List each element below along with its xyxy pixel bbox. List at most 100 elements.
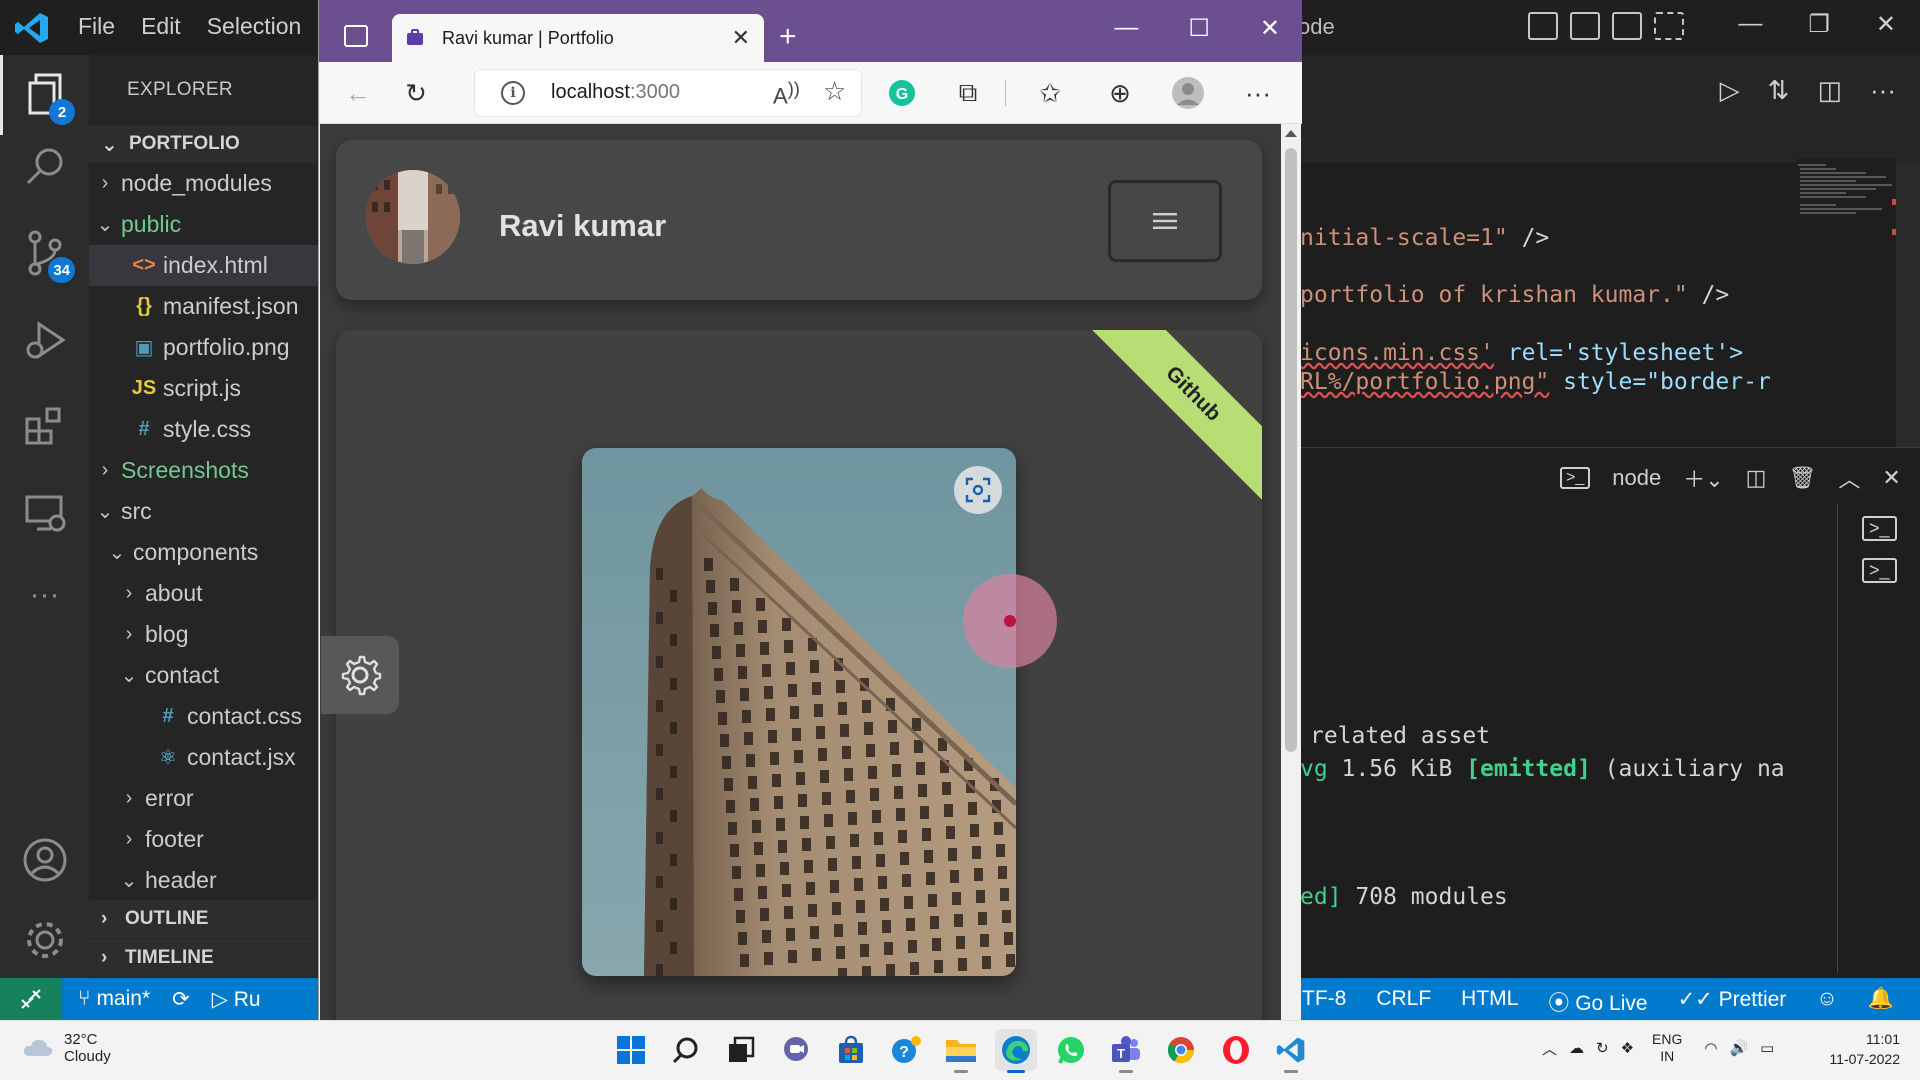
notifications-icon[interactable]: 🔔 — [1868, 987, 1894, 1017]
language-status[interactable]: HTML — [1461, 987, 1518, 1017]
tab-close-icon[interactable]: ✕ — [732, 25, 750, 51]
tab-actions-icon[interactable] — [344, 25, 368, 47]
extensions-activity[interactable] — [0, 385, 89, 465]
volume-icon[interactable]: 🔊 — [1729, 1039, 1748, 1057]
toggle-panel-icon[interactable] — [1570, 12, 1600, 40]
theme-settings-button[interactable] — [321, 636, 399, 714]
settings-more-icon[interactable]: ··· — [1241, 76, 1275, 110]
extensions-icon[interactable]: ⧉ — [951, 76, 985, 110]
accounts-activity[interactable] — [0, 820, 89, 900]
minimize-icon[interactable]: — — [1114, 14, 1138, 43]
menu-edit[interactable]: Edit — [141, 13, 181, 40]
chat-app[interactable] — [775, 1029, 817, 1071]
explorer-activity[interactable]: 2 — [0, 55, 89, 135]
run-debug-activity[interactable] — [0, 300, 89, 380]
back-icon[interactable]: ← — [341, 76, 375, 110]
customize-layout-icon[interactable] — [1654, 12, 1684, 40]
scrollbar-thumb[interactable] — [1285, 148, 1297, 752]
edge-app[interactable] — [995, 1029, 1037, 1073]
tree-item[interactable]: ▣ portfolio.png — [89, 327, 319, 368]
search-activity[interactable] — [0, 127, 89, 207]
store-app[interactable] — [830, 1029, 872, 1071]
tree-item[interactable]: › blog — [89, 614, 319, 655]
branch-status[interactable]: ⑂ main* — [78, 987, 150, 1012]
system-clock[interactable]: 11:01 11-07-2022 — [1829, 1029, 1900, 1069]
tree-item[interactable]: › node_modules — [89, 163, 319, 204]
sync-tray-icon[interactable]: ↻ — [1596, 1039, 1609, 1057]
github-ribbon[interactable]: Github — [1079, 330, 1262, 508]
menu-file[interactable]: File — [78, 13, 115, 40]
search-button[interactable] — [665, 1029, 707, 1071]
tree-item[interactable]: › Screenshots — [89, 450, 319, 491]
code-line[interactable]: RL%/portfolio.png" style="border-r — [1300, 369, 1771, 395]
whatsapp-app[interactable] — [1050, 1029, 1092, 1071]
onedrive-icon[interactable]: ☁ — [1569, 1039, 1584, 1057]
add-favorite-icon[interactable]: ☆ — [823, 76, 846, 107]
toggle-sidebar-icon[interactable] — [1528, 12, 1558, 40]
file-explorer-app[interactable] — [940, 1029, 982, 1073]
code-line[interactable]: icons.min.css' rel='stylesheet'> — [1300, 340, 1743, 366]
visual-search-button[interactable] — [954, 466, 1002, 514]
address-bar[interactable]: i localhost:3000 A)) ☆ — [475, 70, 861, 116]
restore-icon[interactable]: ❐ — [1808, 10, 1830, 39]
prettier-status[interactable]: ✓✓ Prettier — [1678, 987, 1787, 1017]
code-line[interactable]: nitial-scale=1" /> — [1300, 225, 1549, 251]
tree-item[interactable]: ⌄ public — [89, 204, 319, 245]
remote-explorer-activity[interactable] — [0, 473, 89, 553]
vscode-app[interactable] — [1270, 1029, 1312, 1073]
source-control-activity[interactable]: 34 — [0, 213, 89, 293]
dropbox-icon[interactable]: ❖ — [1621, 1039, 1634, 1057]
run-icon[interactable]: ▷ — [1720, 75, 1740, 106]
language-indicator[interactable]: ENG IN — [1652, 1031, 1682, 1065]
task-view-button[interactable] — [720, 1029, 762, 1071]
compare-changes-icon[interactable]: ⇅ — [1768, 75, 1790, 106]
tips-app[interactable]: ? — [885, 1029, 927, 1071]
collections-icon[interactable]: ⊕ — [1103, 76, 1137, 110]
browser-tab[interactable]: Ravi kumar | Portfolio ✕ — [392, 14, 764, 62]
manage-activity[interactable] — [0, 900, 89, 980]
tree-item[interactable]: JS script.js — [89, 368, 319, 409]
chrome-app[interactable] — [1160, 1029, 1202, 1071]
grammarly-icon[interactable]: G — [885, 76, 919, 110]
tree-item[interactable]: # contact.css — [89, 696, 319, 737]
more-icon[interactable]: ··· — [0, 555, 89, 635]
refresh-icon[interactable]: ↻ — [399, 76, 433, 110]
start-button[interactable] — [610, 1029, 652, 1071]
tree-item[interactable]: ⌄ contact — [89, 655, 319, 696]
tree-item[interactable]: ⌄ components — [89, 532, 319, 573]
code-line[interactable]: portfolio of krishan kumar." /> — [1300, 282, 1729, 308]
favorites-icon[interactable]: ✩ — [1033, 76, 1067, 110]
tree-item[interactable]: ⌄ src — [89, 491, 319, 532]
new-terminal-icon[interactable]: ＋⌄ — [1683, 462, 1723, 494]
close-icon[interactable]: ✕ — [1260, 14, 1280, 43]
outline-section[interactable]: › OUTLINE — [89, 900, 319, 938]
tree-item[interactable]: › about — [89, 573, 319, 614]
sync-icon[interactable]: ⟳ — [172, 987, 190, 1012]
site-info-icon[interactable]: i — [501, 81, 525, 105]
tree-item[interactable]: ⚛ contact.jsx — [89, 737, 319, 778]
tree-item[interactable]: <> index.html — [89, 245, 319, 286]
opera-app[interactable] — [1215, 1029, 1257, 1071]
read-aloud-icon[interactable]: A)) — [773, 78, 800, 109]
page-scrollbar[interactable] — [1281, 124, 1301, 1020]
tree-item[interactable]: {} manifest.json — [89, 286, 319, 327]
remote-indicator[interactable] — [0, 978, 62, 1020]
trash-icon[interactable]: 🗑 — [1788, 465, 1816, 491]
eol-status[interactable]: CRLF — [1376, 987, 1431, 1017]
close-icon[interactable]: ✕ — [1876, 10, 1896, 39]
wifi-icon[interactable]: ◠ — [1704, 1039, 1717, 1057]
split-terminal-icon[interactable]: ◫ — [1746, 465, 1767, 491]
minimize-icon[interactable]: — — [1738, 10, 1762, 39]
scroll-up-icon[interactable] — [1285, 130, 1297, 137]
battery-icon[interactable]: ▭ — [1760, 1039, 1774, 1057]
minimap[interactable] — [1796, 159, 1896, 289]
toggle-secondary-sidebar-icon[interactable] — [1612, 12, 1642, 40]
maximize-icon[interactable]: ☐ — [1188, 14, 1210, 43]
split-editor-icon[interactable]: ◫ — [1817, 75, 1842, 106]
go-live-button[interactable]: ⦿ Go Live — [1548, 987, 1647, 1017]
avatar[interactable] — [366, 170, 460, 264]
run-status[interactable]: ▷ Ru — [212, 987, 261, 1012]
timeline-section[interactable]: › TIMELINE — [89, 939, 319, 977]
profile-avatar[interactable] — [1171, 76, 1205, 110]
tree-item[interactable]: ⌄ header — [89, 860, 319, 901]
